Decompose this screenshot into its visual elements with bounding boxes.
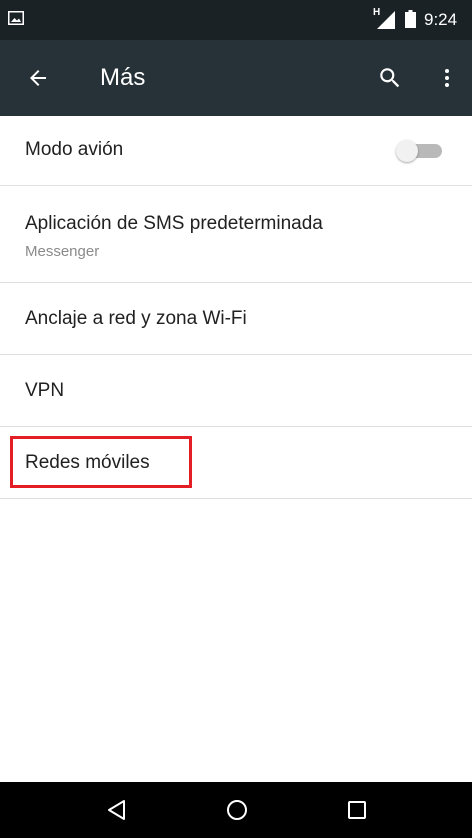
- item-title: Anclaje a red y zona Wi-Fi: [25, 308, 247, 329]
- search-icon: [380, 68, 400, 88]
- screen: H 9:24 Más Modo avión Aplicación de SMS …: [0, 0, 472, 838]
- back-triangle-icon: [108, 800, 125, 820]
- navigation-bar: [0, 782, 472, 838]
- status-time: 9:24: [424, 10, 458, 29]
- gallery-icon: [8, 11, 24, 25]
- back-button[interactable]: [18, 58, 58, 98]
- item-title: VPN: [25, 380, 65, 401]
- nav-back-button[interactable]: [97, 790, 137, 830]
- search-button[interactable]: [370, 58, 410, 98]
- more-vert-icon: [445, 69, 449, 87]
- list-item-vpn[interactable]: VPN: [0, 355, 472, 427]
- airplane-mode-toggle[interactable]: [396, 140, 444, 162]
- recents-square-icon: [348, 801, 366, 819]
- more-options-button[interactable]: [430, 58, 464, 98]
- item-title: Modo avión: [25, 139, 124, 160]
- item-subtitle: Messenger: [25, 243, 100, 260]
- home-circle-icon: [227, 800, 247, 820]
- settings-list: Modo avión Aplicación de SMS predetermin…: [0, 116, 472, 499]
- list-item-airplane-mode[interactable]: Modo avión: [0, 116, 472, 186]
- list-item-tethering-hotspot[interactable]: Anclaje a red y zona Wi-Fi: [0, 283, 472, 355]
- signal-icon: H: [373, 7, 395, 29]
- list-item-default-sms-app[interactable]: Aplicación de SMS predeterminada Messeng…: [0, 186, 472, 283]
- list-item-mobile-networks[interactable]: Redes móviles: [0, 427, 472, 499]
- battery-icon: [405, 10, 416, 28]
- status-bar: H 9:24: [0, 0, 472, 40]
- item-title: Aplicación de SMS predeterminada: [25, 213, 323, 234]
- item-title: Redes móviles: [25, 452, 150, 473]
- nav-recents-button[interactable]: [337, 790, 377, 830]
- app-bar: Más: [0, 40, 472, 116]
- nav-home-button[interactable]: [217, 790, 257, 830]
- back-arrow-icon: [30, 70, 46, 86]
- toggle-thumb: [396, 140, 418, 162]
- page-title: Más: [100, 64, 146, 91]
